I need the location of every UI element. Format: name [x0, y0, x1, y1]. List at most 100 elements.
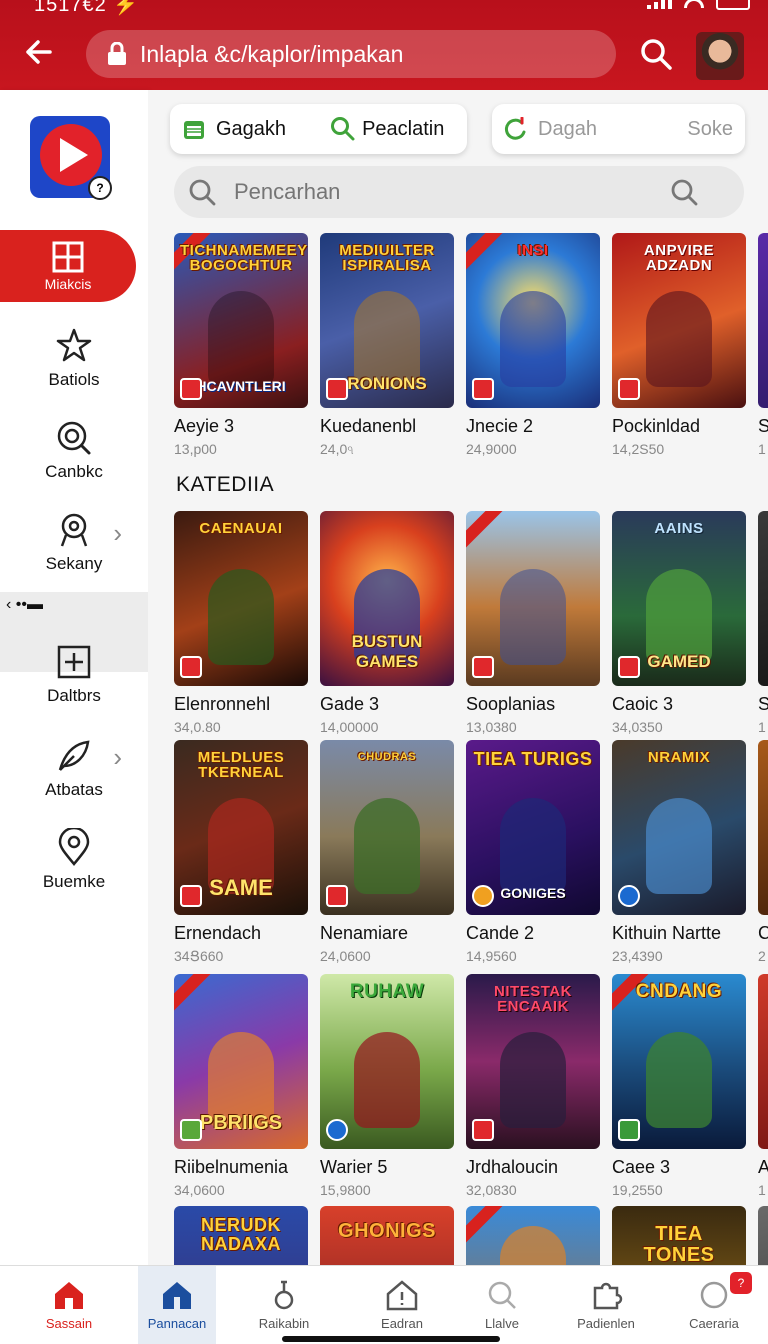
- status-icons: [647, 0, 750, 10]
- grid-icon: [52, 241, 84, 273]
- sidebar-item-label: Sekany: [45, 554, 103, 573]
- game-card[interactable]: S 1: [758, 511, 768, 735]
- game-card[interactable]: CAENAUAI Elenronnehl 34,0.80: [174, 511, 308, 735]
- nav-item-raikabin[interactable]: Raikabin: [216, 1266, 352, 1344]
- figure-icon: [274, 1280, 294, 1310]
- game-title: S: [758, 694, 768, 714]
- game-card[interactable]: S 1: [758, 233, 768, 457]
- home-indicator[interactable]: [282, 1336, 500, 1342]
- nav-item-llalve[interactable]: Llalve: [452, 1266, 552, 1344]
- game-card[interactable]: INSI Jnecie 2 24,9000: [466, 233, 600, 457]
- sidebar-item-daltbrs[interactable]: Daltbrs: [0, 642, 148, 726]
- avatar[interactable]: [696, 32, 744, 80]
- filter-pill-secondary[interactable]: Dagah Soke: [492, 104, 745, 154]
- nav-item-eadran[interactable]: Eadran: [352, 1266, 452, 1344]
- chevron-right-icon[interactable]: ›: [113, 742, 122, 773]
- chevron-right-icon[interactable]: ›: [113, 518, 122, 549]
- game-title: S: [758, 416, 768, 436]
- sidebar-item-canbkc[interactable]: Canbkc: [0, 418, 148, 502]
- bottom-nav: Sassain Pannacan Raikabin Eadran Llalve: [0, 1265, 768, 1344]
- section-title: KATEDIIA: [176, 473, 275, 496]
- sidebar-item-batiols[interactable]: Batiols: [0, 326, 148, 410]
- game-card[interactable]: C 2: [758, 740, 768, 964]
- game-thumbnail: [466, 1206, 600, 1265]
- game-thumbnail: GHONIGS: [320, 1206, 454, 1265]
- filter-label: Peaclatin: [362, 117, 445, 140]
- app-header: 1517€2 ⚡: [0, 0, 768, 90]
- collapse-handle-icon[interactable]: ‹ ••▬: [6, 596, 43, 614]
- game-title: Sooplanias: [466, 694, 556, 714]
- battery-icon: [716, 0, 750, 10]
- game-thumbnail: [758, 974, 768, 1149]
- game-card[interactable]: PBRIIGS Riibelnumenia 34,0600: [174, 974, 308, 1198]
- game-thumbnail: ANPVIRE ADZADN: [612, 233, 746, 408]
- game-card[interactable]: A 1: [758, 974, 768, 1198]
- game-card[interactable]: BUSTUN GAMES Gade 3 14,00000: [320, 511, 454, 735]
- game-count: 34,0600: [174, 1182, 225, 1198]
- sidebar-item-buemke[interactable]: Buemke: [0, 828, 148, 912]
- game-count: 32,0830: [466, 1182, 517, 1198]
- home-icon: [55, 1282, 83, 1309]
- game-card[interactable]: Sooplanias 13,0380: [466, 511, 600, 735]
- status-time: 1517€2 ⚡: [34, 0, 140, 16]
- search-submit-icon[interactable]: [670, 178, 698, 206]
- search-bar[interactable]: [174, 166, 744, 218]
- badge-icon: [60, 513, 88, 547]
- header-search-icon[interactable]: [638, 36, 674, 72]
- puzzle-icon: [593, 1282, 623, 1310]
- game-card[interactable]: MEDIUILTER ISPIRALISA RONIONS Kuedanenbl…: [320, 233, 454, 458]
- filter-pill-primary[interactable]: Gagakh Peaclatin: [170, 104, 467, 154]
- game-count: 14,2S50: [612, 441, 665, 457]
- game-card[interactable]: MELDLUES TKERNEAL SAME Ernendach 34Ց660: [174, 740, 308, 965]
- sidebar-item-label: Miakcis: [44, 276, 92, 292]
- game-thumbnail: CHUDRAS: [320, 740, 454, 915]
- back-button[interactable]: [20, 34, 56, 70]
- game-card[interactable]: CNDANG Caee 3 19,2550: [612, 974, 746, 1198]
- game-card[interactable]: NERUDK NADAXA: [174, 1206, 308, 1265]
- game-badge-icon: [180, 1119, 202, 1141]
- game-title: Pockinldad: [612, 416, 701, 436]
- filter-label: Gagakh: [216, 117, 287, 140]
- game-thumbnail: AAINS GAMED: [612, 511, 746, 686]
- game-badge-icon: [326, 885, 348, 907]
- game-count: 34Ց660: [174, 948, 224, 964]
- nav-item-caeraria[interactable]: Caeraria ?: [660, 1266, 768, 1344]
- warning-house-icon: [386, 1280, 418, 1311]
- search-icon: [488, 1281, 516, 1309]
- search-input[interactable]: [234, 179, 664, 205]
- sidebar-item-atbatas[interactable]: Atbatas: [0, 736, 148, 820]
- nav-item-pannacan[interactable]: Pannacan: [138, 1266, 216, 1344]
- nav-item-padienlen[interactable]: Padienlen: [552, 1266, 660, 1344]
- app-badge-icon: ?: [88, 176, 112, 200]
- game-card[interactable]: NITESTAK ENCAAIK Jrdhaloucin 32,0830: [466, 974, 600, 1198]
- game-card[interactable]: AAINS GAMED Caoic 3 34,0350: [612, 511, 746, 735]
- nav-label: Raikabin: [258, 1316, 310, 1331]
- url-input[interactable]: [140, 40, 580, 68]
- game-card[interactable]: GHONIGS: [320, 1206, 454, 1265]
- game-thumbnail: [758, 511, 768, 686]
- nav-label: Caeraria: [689, 1316, 739, 1331]
- game-count: 23,4390: [612, 948, 663, 964]
- sidebar-item-miakcis[interactable]: Miakcis: [0, 230, 136, 302]
- game-badge-icon: [618, 1119, 640, 1141]
- filter-label: Soke: [687, 117, 733, 140]
- game-card[interactable]: TIEA TONES: [612, 1206, 746, 1265]
- search-icon: [57, 421, 91, 455]
- game-thumbnail: TIEA TONES: [612, 1206, 746, 1265]
- game-badge-icon: [180, 378, 202, 400]
- game-card[interactable]: [466, 1206, 600, 1265]
- game-card[interactable]: ANPVIRE ADZADN Pockinldad 14,2S50: [612, 233, 746, 457]
- sidebar-item-sekany[interactable]: Sekany: [0, 510, 148, 594]
- sidebar-item-label: Buemke: [42, 872, 106, 891]
- sidebar-item-label: Daltbrs: [47, 686, 101, 705]
- game-card[interactable]: [758, 1206, 768, 1265]
- url-bar[interactable]: [86, 30, 616, 78]
- game-card[interactable]: CHUDRAS Nenamiare 24,0600: [320, 740, 454, 964]
- nav-item-sassain[interactable]: Sassain: [0, 1266, 138, 1344]
- game-card[interactable]: NRAMIX Kithuin Nartte 23,4390: [612, 740, 746, 964]
- profile-icon: [700, 1281, 728, 1309]
- game-card[interactable]: TICHNAMEMEEY BOGOCHTUR HCAVNTLERI Aeyie …: [174, 233, 308, 457]
- game-thumbnail: [758, 233, 768, 408]
- game-card[interactable]: RUHAW Warier 5 15,9800: [320, 974, 454, 1198]
- game-card[interactable]: TIEA TURIGS GONIGES Cande 2 14,9560: [466, 740, 600, 964]
